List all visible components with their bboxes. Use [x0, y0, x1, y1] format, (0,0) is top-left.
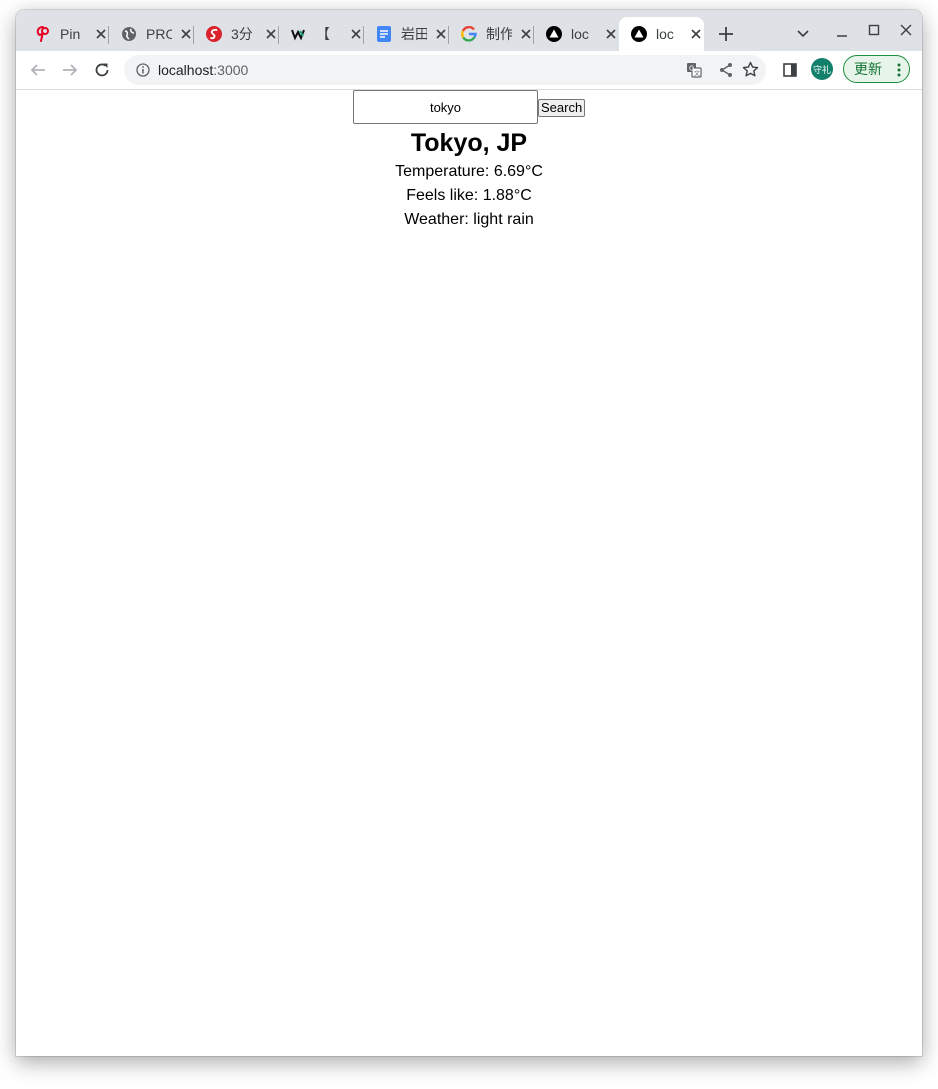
back-arrow-icon[interactable] — [26, 58, 50, 82]
tab-3fun[interactable]: 3分 — [194, 17, 279, 51]
avatar[interactable]: 守礼 — [811, 58, 833, 80]
share-icon[interactable] — [718, 62, 734, 83]
search-button[interactable]: Search — [538, 99, 586, 117]
search-input[interactable] — [353, 90, 538, 124]
nextjs-icon — [631, 26, 647, 42]
google-docs-icon — [376, 26, 392, 42]
svg-text:文: 文 — [694, 70, 700, 78]
site-info-icon[interactable] — [136, 63, 150, 82]
url-host: localhost — [158, 62, 214, 78]
tab-localhost-active[interactable]: loc — [619, 17, 704, 51]
search-form: Search — [353, 90, 586, 124]
tab-title: 【 — [316, 26, 330, 42]
bookmark-star-icon[interactable] — [742, 61, 759, 83]
tab-title: loc — [656, 26, 674, 42]
page-content: Search Tokyo, JP Temperature: 6.69°C Fee… — [16, 90, 922, 1056]
tab-google[interactable]: 制作 — [449, 17, 534, 51]
close-icon[interactable] — [688, 26, 704, 42]
browser-toolbar: localhost:3000 G文 守礼 更新 — [16, 51, 922, 90]
translate-icon[interactable]: G文 — [686, 62, 702, 83]
close-icon[interactable] — [348, 26, 364, 42]
menu-kebab-icon[interactable] — [897, 62, 901, 81]
red-swirl-icon — [206, 26, 222, 42]
weather-line: Weather: light rain — [16, 210, 922, 230]
reload-icon[interactable] — [90, 58, 114, 82]
tab-title: 制作 — [486, 26, 512, 42]
tab-search-chevron-down-icon[interactable] — [795, 26, 811, 42]
update-label: 更新 — [854, 61, 882, 77]
browser-window: Pin PRO 3分 【 岩田 制作 loc loc localhost:300… — [16, 10, 922, 1056]
maximize-icon[interactable] — [866, 22, 882, 38]
tab-pinterest[interactable]: Pin — [16, 17, 109, 51]
w-logo-icon — [291, 26, 307, 42]
temperature-value: 6.69°C — [493, 163, 543, 180]
tab-localhost-1[interactable]: loc — [534, 17, 619, 51]
tab-w[interactable]: 【 — [279, 17, 364, 51]
tab-title: 3分 — [231, 26, 253, 42]
window-close-icon[interactable] — [898, 22, 914, 38]
close-icon[interactable] — [603, 26, 619, 42]
tab-pro[interactable]: PRO — [109, 17, 194, 51]
url-port: :3000 — [213, 62, 249, 78]
weather-label: Weather: — [404, 211, 474, 228]
minimize-icon[interactable] — [834, 26, 850, 42]
close-icon[interactable] — [518, 26, 534, 42]
tab-docs[interactable]: 岩田 — [364, 17, 449, 51]
feels-like-label: Feels like: — [406, 187, 483, 204]
temperature-label: Temperature: — [395, 163, 494, 180]
weather-value: light rain — [473, 211, 534, 228]
close-icon[interactable] — [263, 26, 279, 42]
new-tab-plus-icon[interactable] — [716, 24, 736, 44]
close-icon[interactable] — [93, 26, 109, 42]
tab-title: 岩田 — [401, 26, 427, 42]
close-icon[interactable] — [433, 26, 449, 42]
tab-title: loc — [571, 26, 589, 42]
city-heading: Tokyo, JP — [410, 129, 528, 157]
globe-icon — [121, 26, 137, 42]
tab-title: PRO — [146, 26, 172, 42]
url-text[interactable]: localhost:3000 — [158, 62, 248, 78]
update-button[interactable]: 更新 — [843, 55, 910, 83]
feels-like-line: Feels like: 1.88°C — [16, 186, 922, 206]
side-panel-icon[interactable] — [778, 58, 802, 82]
tab-strip: Pin PRO 3分 【 岩田 制作 loc loc — [16, 10, 922, 51]
pinterest-icon — [35, 26, 51, 42]
google-icon — [461, 26, 477, 42]
temperature-line: Temperature: 6.69°C — [16, 162, 922, 182]
close-icon[interactable] — [178, 26, 194, 42]
tab-title: Pin — [60, 26, 81, 42]
nextjs-icon — [546, 26, 562, 42]
forward-arrow-icon[interactable] — [58, 58, 82, 82]
address-bar[interactable]: localhost:3000 G文 — [124, 55, 766, 85]
feels-like-value: 1.88°C — [482, 187, 532, 204]
